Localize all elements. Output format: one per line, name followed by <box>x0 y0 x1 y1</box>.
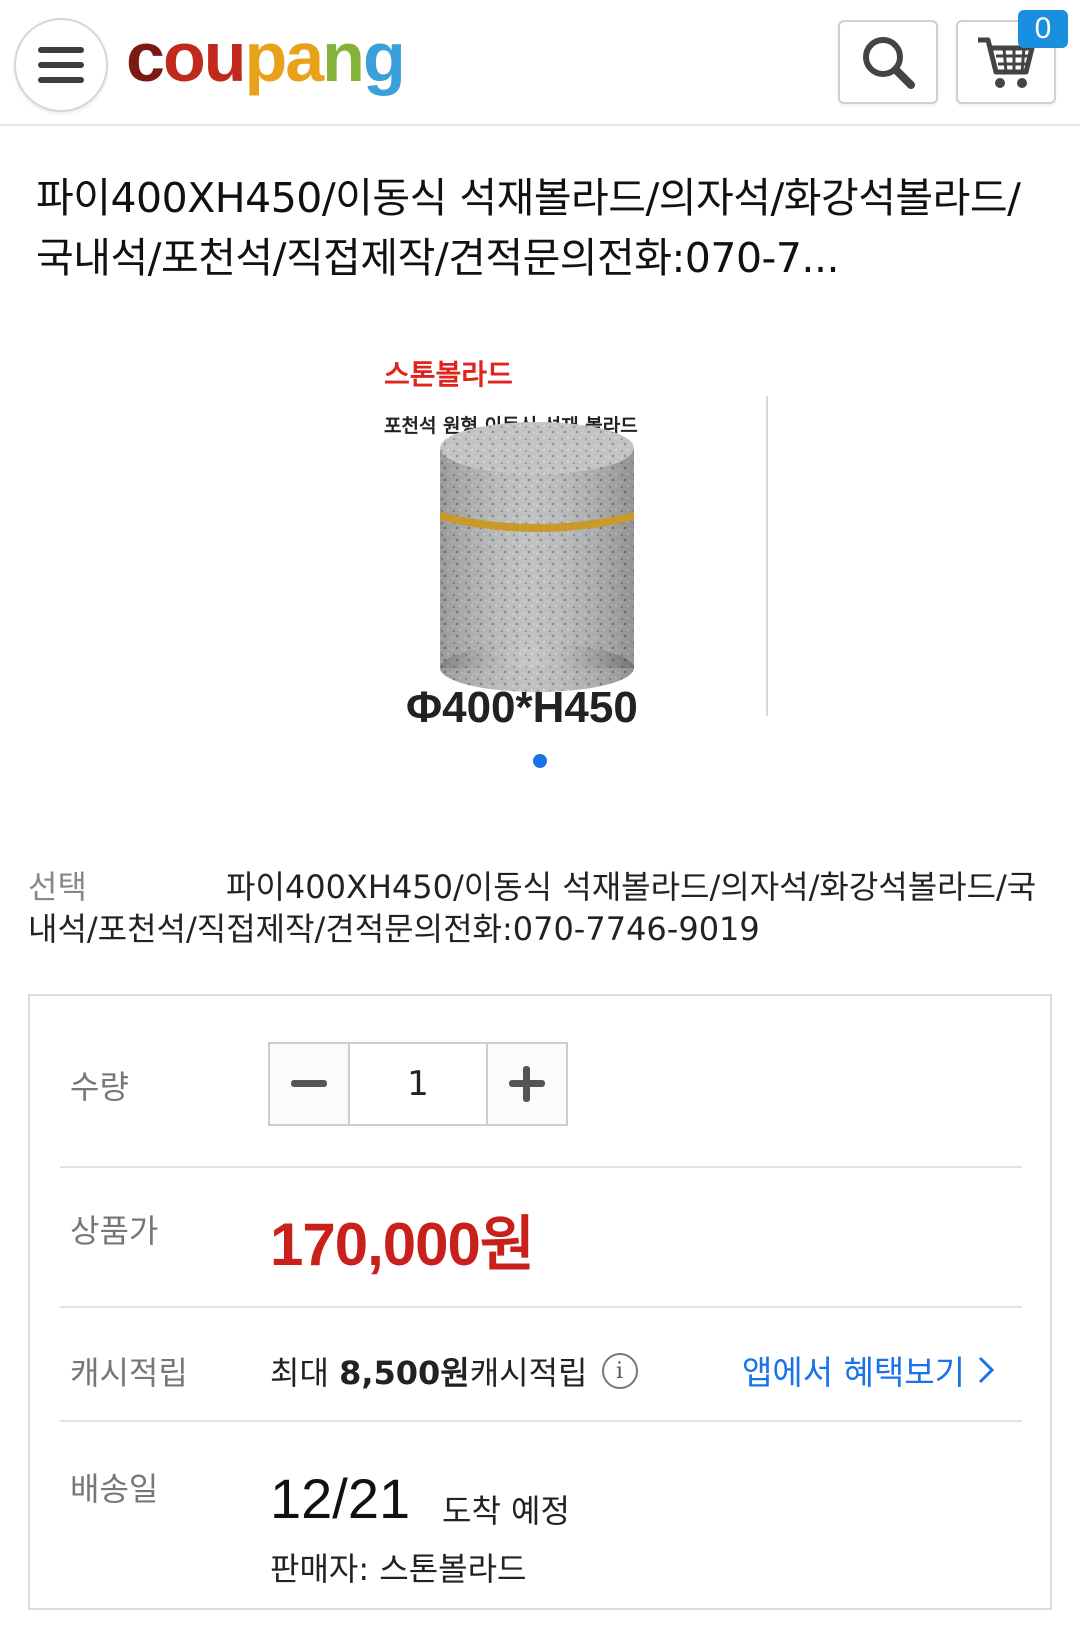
quantity-value[interactable]: 1 <box>350 1044 486 1124</box>
quantity-label: 수량 <box>70 1068 129 1106</box>
product-price: 170,000원 <box>270 1211 535 1278</box>
app-benefit-link[interactable]: 앱에서 혜택보기 <box>742 1346 995 1394</box>
coupang-logo[interactable]: coupang <box>126 22 406 92</box>
plus-icon <box>509 1066 545 1102</box>
row-divider <box>60 1166 1022 1168</box>
product-title: 파이400XH450/이동식 석재볼라드/의자석/화강석볼라드/국내석/포천석/… <box>36 174 1021 282</box>
cash-suffix: 캐시적립 <box>469 1354 588 1392</box>
price-label: 상품가 <box>70 1212 159 1250</box>
decrease-quantity-button[interactable] <box>270 1044 350 1124</box>
image-divider <box>766 396 768 716</box>
product-image[interactable]: 스톤볼라드 포천석 원형 이동식 석재 볼라드 Φ400*H450 <box>380 352 780 732</box>
info-icon[interactable]: i <box>601 1353 638 1389</box>
image-dimension-text: Φ400*H450 <box>406 683 638 732</box>
cash-amount: 8,500원 <box>339 1354 470 1392</box>
quantity-stepper: 1 <box>268 1042 568 1126</box>
seller-info: 판매자: 스톤볼라드 <box>270 1550 527 1588</box>
delivery-suffix: 도착 예정 <box>442 1492 570 1530</box>
top-header: coupang 0 <box>0 0 1080 126</box>
search-icon <box>863 37 915 89</box>
menu-button[interactable] <box>14 18 108 112</box>
row-divider <box>60 1306 1022 1308</box>
delivery-date: 12/21 <box>270 1467 411 1530</box>
app-benefit-label: 앱에서 혜택보기 <box>742 1353 966 1392</box>
delivery-label: 배송일 <box>70 1470 159 1508</box>
cash-label: 캐시적립 <box>70 1354 188 1392</box>
option-label: 선택 <box>28 868 87 906</box>
minus-icon <box>291 1080 327 1087</box>
cash-prefix: 최대 <box>270 1354 329 1392</box>
option-selection[interactable]: 선택 파이400XH450/이동식 석재볼라드/의자석/화강석볼라드/국내석/포천… <box>28 866 1038 950</box>
cart-count-badge: 0 <box>1018 10 1068 48</box>
cash-reward-text: 최대 8,500원 캐시적립 i <box>270 1348 638 1394</box>
search-button[interactable] <box>838 20 938 104</box>
hamburger-icon <box>38 47 84 83</box>
purchase-info-box: 수량 1 상품가 170,000원 캐시적립 최대 8,500원 캐시적립 i … <box>28 994 1052 1610</box>
image-brand-text: 스톤볼라드 <box>384 358 513 391</box>
row-divider <box>60 1420 1022 1422</box>
chevron-right-icon <box>978 1356 995 1384</box>
increase-quantity-button[interactable] <box>486 1044 566 1124</box>
carousel-indicator-dot[interactable] <box>533 754 547 768</box>
